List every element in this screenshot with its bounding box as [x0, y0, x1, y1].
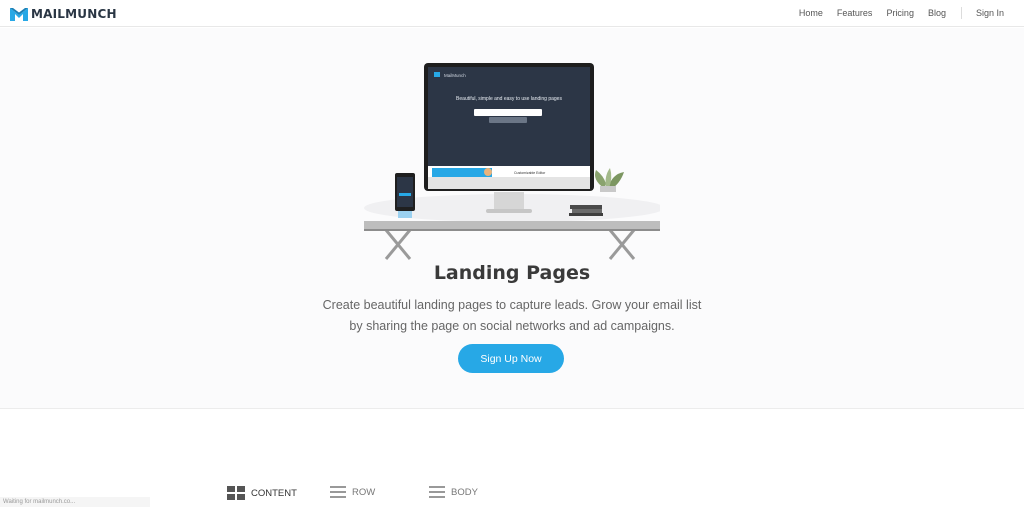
tab-content[interactable]: CONTENT [227, 486, 297, 500]
phone [395, 173, 415, 218]
screen-brand: MailMunch [444, 73, 466, 78]
tab-content-label: CONTENT [251, 487, 297, 499]
nav-blog-link[interactable]: Blog [928, 8, 946, 18]
hero-description-line-1: Create beautiful landing pages to captur… [322, 298, 702, 312]
screen-feature: Customizable Editor [514, 171, 546, 175]
top-navbar: MAILMUNCH Home Features Pricing Blog Sig… [0, 0, 1024, 27]
screen-headline: Beautiful, simple and easy to use landin… [456, 96, 562, 102]
tab-body[interactable]: BODY [429, 486, 478, 498]
desk-legs [384, 229, 636, 260]
mailmunch-logo-icon [10, 7, 28, 21]
nav-pricing-link[interactable]: Pricing [886, 8, 914, 18]
plant [595, 168, 624, 192]
hero-description-line-2: by sharing the page on social networks a… [349, 319, 675, 333]
nav-signin-link[interactable]: Sign In [976, 8, 1004, 18]
tab-row-label: ROW [352, 486, 376, 498]
hero-description: Create beautiful landing pages to captur… [292, 295, 732, 337]
nav-divider [960, 7, 962, 19]
nav-home-link[interactable]: Home [799, 8, 823, 18]
page: MAILMUNCH Home Features Pricing Blog Sig… [0, 0, 1024, 507]
browser-status-bar: Waiting for mailmunch.co... [0, 497, 150, 507]
desk-illustration: MailMunch Beautiful, simple and easy to … [364, 63, 660, 260]
nav-features-link[interactable]: Features [837, 8, 873, 18]
desk-top [364, 221, 660, 230]
main-nav: Home Features Pricing Blog Sign In [785, 6, 1004, 20]
brand-logo[interactable]: MAILMUNCH [10, 7, 117, 21]
sign-up-button[interactable]: Sign Up Now [458, 344, 564, 373]
monitor: MailMunch Beautiful, simple and easy to … [424, 63, 594, 191]
grid-icon [227, 486, 245, 500]
page-title: Landing Pages [433, 262, 591, 284]
hero-section: MailMunch Beautiful, simple and easy to … [0, 28, 1024, 409]
editor-tabs: CONTENT ROW BODY [0, 470, 1024, 507]
tab-row[interactable]: ROW [330, 486, 375, 498]
rows-icon [330, 486, 346, 498]
books [569, 205, 603, 216]
body-icon [429, 486, 445, 498]
tab-body-label: BODY [451, 486, 478, 498]
monitor-stand [494, 192, 524, 210]
brand-name: MAILMUNCH [31, 7, 117, 21]
